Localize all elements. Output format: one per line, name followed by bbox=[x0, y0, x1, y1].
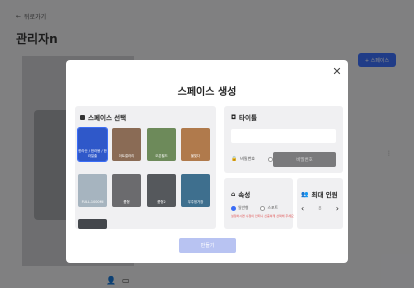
space-tile[interactable]: FULL-1000Ml bbox=[78, 174, 107, 207]
max-people-value: 8 bbox=[318, 205, 322, 212]
space-tile[interactable]: 룸형 bbox=[112, 174, 141, 207]
radio-icon bbox=[260, 205, 266, 211]
space-tile-label: 불빛다 bbox=[190, 154, 201, 158]
chevron-right-icon[interactable]: › bbox=[336, 204, 339, 213]
space-tile[interactable]: 우주정거장 bbox=[181, 174, 210, 207]
attribute-panel bbox=[224, 178, 293, 229]
radio-option-normal[interactable]: 일반형 bbox=[231, 205, 248, 211]
space-select-heading: 스페이스 선택 bbox=[80, 112, 126, 122]
people-icon: 👥 bbox=[301, 190, 309, 198]
space-tile[interactable]: 룸형2 bbox=[147, 174, 176, 207]
space-tile-label: 한라산 / 한라봉 / 한라일출 bbox=[78, 149, 107, 158]
space-tile[interactable] bbox=[78, 219, 107, 229]
modal-title: 스페이스 생성 bbox=[177, 87, 237, 98]
space-tile[interactable]: 아트갤러리 bbox=[112, 128, 141, 161]
space-tile[interactable]: 오픈필드 bbox=[147, 128, 176, 161]
close-icon[interactable]: ✕ bbox=[331, 66, 343, 78]
space-tile-label: 오픈필드 bbox=[155, 154, 168, 158]
space-tile-label: 아트갤러리 bbox=[118, 154, 135, 158]
attribute-radio-group: 일반형 스포트 bbox=[231, 205, 278, 211]
attribute-warning: 설정하시면 수정이 안되니 신중하게 선택해 주세요 bbox=[231, 214, 294, 218]
password-field[interactable]: 비밀번호 bbox=[273, 152, 336, 167]
tag-icon: ◘ bbox=[231, 113, 237, 121]
space-tile-label: 룸형 bbox=[123, 200, 130, 204]
private-toggle[interactable]: 🔒 비밀번호 bbox=[231, 156, 273, 162]
attribute-heading: ⌂ 속성 bbox=[231, 190, 251, 200]
title-heading: ◘ 타이틀 bbox=[231, 113, 257, 123]
radio-option-sport[interactable]: 스포트 bbox=[260, 205, 278, 211]
space-tile-label: 우주정거장 bbox=[187, 200, 204, 204]
max-people-stepper: ‹ 8 › bbox=[301, 204, 339, 213]
space-tile[interactable]: 불빛다 bbox=[181, 128, 210, 161]
chevron-left-icon[interactable]: ‹ bbox=[301, 204, 304, 213]
space-tile[interactable]: 한라산 / 한라봉 / 한라일출 bbox=[77, 127, 108, 162]
max-people-heading: 👥 최대 인원 bbox=[301, 190, 338, 200]
space-tile-label: FULL-1000Ml bbox=[81, 200, 104, 204]
space-tile-label: 룸형2 bbox=[157, 200, 166, 204]
title-input[interactable] bbox=[231, 129, 336, 143]
radio-selected-icon bbox=[231, 205, 236, 211]
space-select-panel bbox=[75, 106, 216, 229]
create-button[interactable]: 만들기 bbox=[179, 238, 236, 253]
checkbox-icon bbox=[80, 114, 85, 120]
lock-icon: 🔒 bbox=[231, 156, 238, 162]
home-icon: ⌂ bbox=[231, 190, 236, 198]
